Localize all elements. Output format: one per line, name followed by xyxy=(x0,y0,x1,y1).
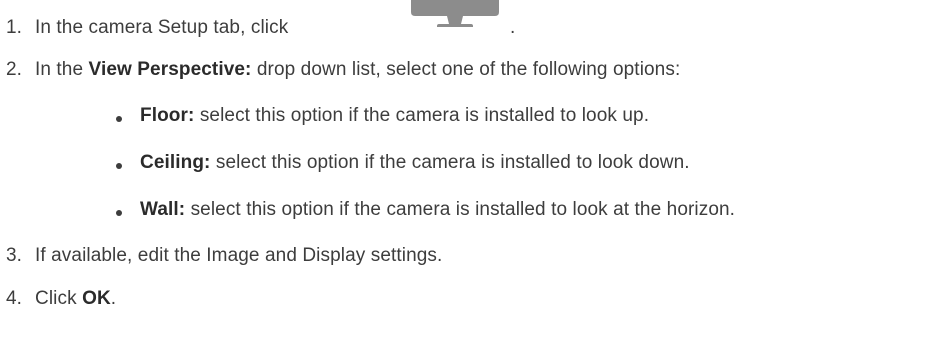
step-1-period: . xyxy=(510,17,516,38)
step-4-suffix: . xyxy=(110,288,117,309)
option-text: Floor: select this option if the camera … xyxy=(140,104,649,128)
ok-label: OK xyxy=(82,288,111,309)
step-number: 1. xyxy=(6,17,23,38)
option-wall-label: Wall: xyxy=(140,199,186,220)
step-number: 2. xyxy=(6,59,23,80)
step-text: In the camera Setup tab, click xyxy=(35,16,288,40)
option-ceiling-description: select this option if the camera is inst… xyxy=(215,152,690,173)
option-ceiling-label: Ceiling: xyxy=(140,152,211,173)
step-number: 4. xyxy=(6,288,23,309)
instruction-page: 1. In the camera Setup tab, click . 2. I… xyxy=(0,0,947,352)
step-3-text: If available, edit the Image and Display… xyxy=(35,245,443,266)
bullet-icon xyxy=(116,163,122,169)
option-text: Wall: select this option if the camera i… xyxy=(140,198,735,222)
option-text: Ceiling: select this option if the camer… xyxy=(140,151,690,175)
view-perspective-label: View Perspective: xyxy=(88,59,252,80)
option-floor-label: Floor: xyxy=(140,105,195,126)
step-4-prefix: Click xyxy=(35,288,77,309)
step-2-prefix: In the xyxy=(35,59,84,80)
bullet-icon xyxy=(116,116,122,122)
step-2-suffix: drop down list, select one of the follow… xyxy=(256,59,681,80)
step-text: Click OK. xyxy=(35,287,116,311)
bullet-icon xyxy=(116,210,122,216)
monitor-icon xyxy=(411,0,499,27)
step-1-text: In the camera Setup tab, click xyxy=(35,17,289,38)
option-wall-description: select this option if the camera is inst… xyxy=(190,199,736,220)
option-floor-description: select this option if the camera is inst… xyxy=(199,105,650,126)
step-number: 3. xyxy=(6,245,23,266)
step-text: In the View Perspective: drop down list,… xyxy=(35,58,680,82)
